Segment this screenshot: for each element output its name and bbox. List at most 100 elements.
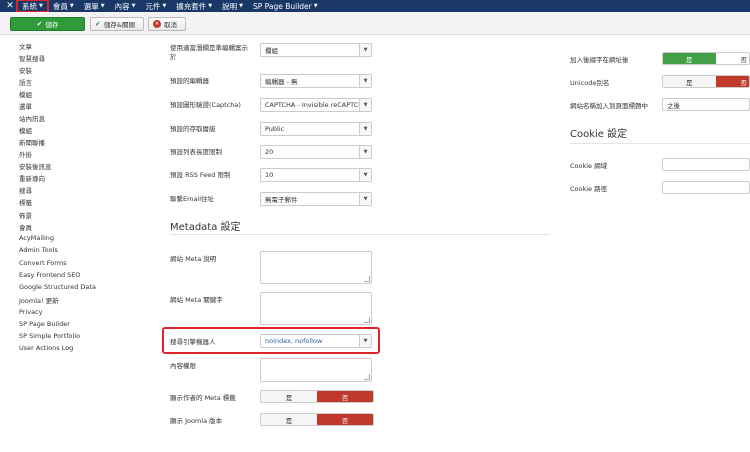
meta-keywords-textarea[interactable] <box>260 292 372 325</box>
sidebar-item[interactable]: 安裝後訊息 <box>19 161 52 171</box>
sidebar-item[interactable]: User Actions Log <box>19 344 73 352</box>
joomla-logo-icon[interactable]: ✕ <box>3 0 17 12</box>
unicode-alias-toggle[interactable]: 是 否 <box>662 75 750 88</box>
sidebar-item[interactable]: Joomla! 更新 <box>19 295 59 305</box>
nav-components[interactable]: 元件 ▼ <box>140 0 171 12</box>
sidebar-item[interactable]: 標籤 <box>19 197 32 207</box>
check-icon: ✔ <box>36 20 43 28</box>
robots-select[interactable]: noindex, nofollow ▼ <box>260 334 372 348</box>
nav-users-label: 會員 <box>52 1 68 11</box>
rss-limit-select[interactable]: 10 ▼ <box>260 168 372 182</box>
toggle-no[interactable]: 否 <box>715 53 749 64</box>
sidebar-item[interactable]: Convert Forms <box>19 259 67 267</box>
sidebar-item[interactable]: 佈景 <box>19 210 32 220</box>
form-label: 預設的存取層級 <box>170 125 216 133</box>
nav-extensions[interactable]: 擴充套件 ▼ <box>171 0 217 12</box>
cookie-domain-label: Cookie 網域 <box>570 162 608 170</box>
toggle-yes[interactable]: 是 <box>261 391 317 402</box>
editor-toggle-select[interactable]: 欄組 ▼ <box>260 43 372 57</box>
sidebar-item[interactable]: SP Simple Portfolio <box>19 332 80 340</box>
chevron-down-icon: ▼ <box>359 146 371 158</box>
sidebar-item[interactable]: SP Page Builder <box>19 320 70 328</box>
chevron-down-icon: ▼ <box>359 169 371 181</box>
sidebar-item[interactable]: 新聞聯播 <box>19 137 45 147</box>
contact-email-select[interactable]: 無電子郵件 ▼ <box>260 192 372 206</box>
cookie-path-input[interactable] <box>662 181 750 194</box>
sidebar-item[interactable]: 重新導向 <box>19 173 45 183</box>
show-author-toggle[interactable]: 是 否 <box>260 390 374 403</box>
sidebar-item[interactable]: Google Structured Data <box>19 283 96 291</box>
nav-content[interactable]: 內容 ▼ <box>110 0 141 12</box>
form-label: 預設列表長度限制 <box>170 148 222 156</box>
sidebar-item[interactable]: 模組 <box>19 125 32 135</box>
caret-down-icon: ▼ <box>100 3 105 9</box>
meta-description-label: 網站 Meta 說明 <box>170 255 217 263</box>
show-joomla-version-label: 顯示 Joomla 版本 <box>170 417 223 425</box>
caret-down-icon: ▼ <box>39 3 43 9</box>
list-limit-select[interactable]: 20 ▼ <box>260 145 372 159</box>
nav-help[interactable]: 說明 ▼ <box>217 0 248 12</box>
form-label: 使用適當潛欄是準編輯案示 <box>170 44 248 52</box>
default-captcha-select[interactable]: CAPTCHA - Invisible reCAPTCHA ▼ <box>260 98 372 112</box>
toggle-no[interactable]: 否 <box>317 391 373 402</box>
sidebar-item[interactable]: 智慧搜尋 <box>19 53 45 63</box>
sidebar-item[interactable]: 會員 <box>19 222 32 232</box>
caret-down-icon: ▼ <box>162 3 167 9</box>
content-rights-textarea[interactable] <box>260 358 372 382</box>
nav-extensions-label: 擴充套件 <box>176 1 207 11</box>
toggle-no[interactable]: 否 <box>715 76 749 87</box>
top-navbar: ✕ 系統 ▼ 會員 ▼ 選單 ▼ 內容 ▼ 元件 ▼ 擴充套件 ▼ 說明 ▼ SP Page … <box>0 0 750 13</box>
select-value: 之後 <box>667 101 680 110</box>
nav-sp-page-builder[interactable]: SP Page Builder ▼ <box>248 0 323 12</box>
sidebar-item[interactable]: AcyMailing <box>19 234 54 242</box>
save-button[interactable]: ✔ 儲存 <box>10 17 85 31</box>
add-suffix-label: 加入後綴字在網址後 <box>570 56 629 64</box>
cookie-section-title: Cookie 設定 <box>570 129 628 140</box>
show-joomla-version-toggle[interactable]: 是 否 <box>260 413 374 426</box>
nav-help-label: 說明 <box>222 1 238 11</box>
sidebar-item[interactable]: 站內訊息 <box>19 113 45 123</box>
caret-down-icon: ▼ <box>239 3 244 9</box>
form-label-cont: 於 <box>170 53 177 61</box>
form-label: 預設的編輯器 <box>170 77 209 85</box>
chevron-down-icon: ▼ <box>359 99 371 111</box>
cookie-domain-input[interactable] <box>662 158 750 171</box>
chevron-down-icon: ▼ <box>359 75 371 87</box>
nav-components-label: 元件 <box>145 1 161 11</box>
sidebar-item[interactable]: 語言 <box>19 77 32 87</box>
nav-menus[interactable]: 選單 ▼ <box>79 0 110 12</box>
toggle-no[interactable]: 否 <box>317 414 373 425</box>
save-button-label: 儲存 <box>45 21 59 29</box>
cancel-button[interactable]: ✕ 取消 <box>148 17 186 31</box>
default-editor-select[interactable]: 編輯器 - 無 ▼ <box>260 74 372 88</box>
cancel-button-label: 取消 <box>164 21 177 29</box>
nav-system[interactable]: 系統 ▼ <box>16 0 49 13</box>
sidebar-item[interactable]: Privacy <box>19 308 43 316</box>
caret-down-icon: ▼ <box>208 3 213 9</box>
show-author-label: 顯示作者的 Meta 標籤 <box>170 394 236 402</box>
toggle-yes[interactable]: 是 <box>663 53 716 64</box>
sidebar-item[interactable]: 選單 <box>19 101 32 111</box>
sidebar-item[interactable]: 安裝 <box>19 65 32 75</box>
metadata-section-title: Metadata 設定 <box>170 222 241 233</box>
save-close-button[interactable]: ✔ 儲存&關閉 <box>90 17 144 31</box>
meta-description-textarea[interactable] <box>260 251 372 284</box>
sidebar-item[interactable]: 模組 <box>19 89 32 99</box>
add-suffix-toggle[interactable]: 是 否 <box>662 52 750 65</box>
default-access-select[interactable]: Public ▼ <box>260 122 372 136</box>
sidebar-item[interactable]: Easy Frontend SEO <box>19 271 81 279</box>
sidebar-item[interactable]: 外掛 <box>19 149 32 159</box>
toolbar: ✔ 儲存 ✔ 儲存&關閉 ✕ 取消 <box>0 12 750 35</box>
sidebar-item[interactable]: Admin Tools <box>19 246 58 254</box>
sitename-pagetitle-select[interactable]: 之後 <box>662 98 750 111</box>
select-value: CAPTCHA - Invisible reCAPTCHA <box>265 101 368 109</box>
nav-users[interactable]: 會員 ▼ <box>48 0 79 12</box>
toggle-yes[interactable]: 是 <box>663 76 716 87</box>
toggle-yes[interactable]: 是 <box>261 414 317 425</box>
sidebar-item[interactable]: 搜尋 <box>19 185 32 195</box>
sidebar-item[interactable]: 文章 <box>19 41 32 51</box>
form-label: 聯繫Email住址 <box>170 195 215 203</box>
chevron-down-icon: ▼ <box>359 123 371 135</box>
unicode-alias-label: Unicode別名 <box>570 79 610 87</box>
form-label: 預設 RSS Feed 限制 <box>170 171 231 179</box>
